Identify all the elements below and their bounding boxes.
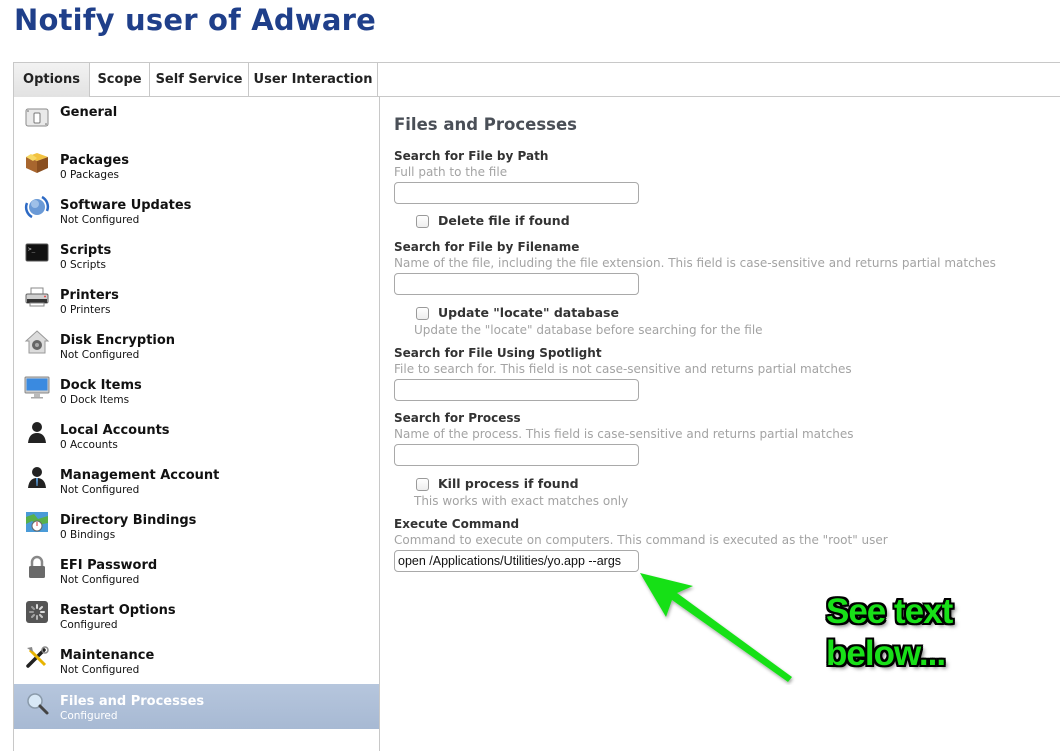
annotation-text: See text below... bbox=[826, 591, 953, 675]
sidebar-item-label: Management Account bbox=[60, 468, 220, 483]
admin-user-icon bbox=[28, 467, 46, 488]
sidebar-item-label: EFI Password bbox=[60, 558, 158, 573]
sidebar-item-maintenance[interactable]: Maintenance Not Configured bbox=[14, 640, 379, 685]
update-locate-label: Update "locate" database bbox=[438, 305, 619, 320]
sidebar-item-efi-password[interactable]: EFI Password Not Configured bbox=[14, 550, 379, 595]
sidebar-item-status: 0 Dock Items bbox=[60, 394, 130, 406]
sidebar-item-label: Packages bbox=[60, 153, 129, 168]
sidebar-item-label: Dock Items bbox=[60, 378, 142, 393]
sidebar-item-status: Not Configured bbox=[60, 214, 140, 226]
spotlight-input[interactable] bbox=[394, 379, 639, 401]
filevault-house-icon bbox=[24, 330, 50, 354]
sidebar-item-label: Files and Processes bbox=[60, 694, 205, 709]
page-title: Notify user of Adware bbox=[14, 3, 376, 37]
sidebar-item-printers[interactable]: Printers 0 Printers bbox=[14, 280, 379, 325]
sidebar-item-software-updates[interactable]: Software Updates Not Configured bbox=[14, 190, 379, 235]
sidebar-item-files-and-processes[interactable]: Files and Processes Configured bbox=[14, 684, 379, 729]
tab-bar: Options Scope Self Service User Interact… bbox=[13, 62, 1060, 97]
sidebar-item-directory-bindings[interactable]: Directory Bindings 0 Bindings bbox=[14, 505, 379, 550]
sidebar-item-disk-encryption[interactable]: Disk Encryption Not Configured bbox=[14, 325, 379, 370]
sidebar-item-packages[interactable]: Packages 0 Packages bbox=[14, 145, 379, 190]
update-locate-help: Update the "locate" database before sear… bbox=[414, 323, 763, 337]
filename-input[interactable] bbox=[394, 273, 639, 295]
sidebar-item-dock-items[interactable]: Dock Items 0 Dock Items bbox=[14, 370, 379, 415]
sidebar-item-label: General bbox=[60, 105, 118, 120]
svg-text:>_: >_ bbox=[28, 246, 36, 253]
filename-label: Search for File by Filename bbox=[394, 240, 580, 254]
sidebar-item-scripts[interactable]: >_ Scripts 0 Scripts bbox=[14, 235, 379, 280]
annotation-line-1: See text bbox=[826, 592, 953, 631]
annotation-arrow bbox=[640, 573, 792, 682]
sidebar-item-status: Not Configured bbox=[60, 664, 140, 676]
filename-help: Name of the file, including the file ext… bbox=[394, 256, 996, 270]
monitor-icon bbox=[24, 376, 50, 399]
sidebar-item-label: Software Updates bbox=[60, 198, 192, 213]
update-locate-checkbox[interactable] bbox=[416, 307, 429, 320]
kill-process-label: Kill process if found bbox=[438, 476, 579, 491]
printer-icon bbox=[25, 287, 49, 307]
spotlight-label: Search for File Using Spotlight bbox=[394, 346, 602, 360]
sidebar-item-label: Scripts bbox=[60, 243, 112, 258]
annotation-line-2: below... bbox=[826, 634, 946, 673]
sidebar-item-management-account[interactable]: Management Account Not Configured bbox=[14, 460, 379, 505]
command-label: Execute Command bbox=[394, 517, 520, 531]
sidebar-item-label: Directory Bindings bbox=[60, 513, 197, 528]
process-input[interactable] bbox=[394, 444, 639, 466]
process-help: Name of the process. This field is case-… bbox=[394, 427, 854, 441]
sidebar-item-label: Maintenance bbox=[60, 648, 155, 663]
path-help: Full path to the file bbox=[394, 165, 508, 179]
sidebar-item-label: Disk Encryption bbox=[60, 333, 176, 348]
tab-user-interaction[interactable]: User Interaction bbox=[249, 63, 378, 97]
command-help: Command to execute on computers. This co… bbox=[394, 533, 888, 547]
sidebar-item-label: Printers bbox=[60, 288, 119, 303]
path-label: Search for File by Path bbox=[394, 149, 549, 163]
kill-process-checkbox[interactable] bbox=[416, 478, 429, 491]
sidebar-item-label: Restart Options bbox=[60, 603, 176, 618]
sidebar-item-status: 0 Packages bbox=[60, 169, 120, 181]
tools-icon bbox=[26, 646, 49, 668]
sidebar-item-status: Configured bbox=[60, 619, 118, 631]
sidebar-item-label: Local Accounts bbox=[60, 423, 170, 438]
sidebar-item-status: 0 Accounts bbox=[60, 439, 118, 451]
software-update-globe-icon bbox=[24, 195, 50, 219]
terminal-icon: >_ bbox=[25, 243, 49, 262]
sidebar-item-restart-options[interactable]: Restart Options Configured bbox=[14, 595, 379, 640]
sidebar-item-status: 0 Scripts bbox=[60, 259, 106, 271]
directory-map-icon bbox=[26, 512, 48, 532]
execute-command-input[interactable] bbox=[394, 550, 639, 572]
magnifier-icon bbox=[27, 693, 49, 715]
section-title: Files and Processes bbox=[394, 115, 577, 134]
delete-file-checkbox[interactable] bbox=[416, 215, 429, 228]
package-box-icon bbox=[26, 153, 48, 173]
sidebar-item-status: 0 Printers bbox=[60, 304, 111, 316]
kill-process-help: This works with exact matches only bbox=[414, 494, 629, 508]
spotlight-help: File to search for. This field is not ca… bbox=[394, 362, 852, 376]
sidebar-item-local-accounts[interactable]: Local Accounts 0 Accounts bbox=[14, 415, 379, 460]
sidebar-item-general[interactable]: General bbox=[14, 100, 379, 145]
sidebar-item-status: Configured bbox=[60, 710, 118, 722]
sidebar-item-status: 0 Bindings bbox=[60, 529, 116, 541]
padlock-icon bbox=[29, 555, 45, 578]
sidebar-item-status: Not Configured bbox=[60, 349, 140, 361]
general-switch-icon bbox=[25, 108, 49, 127]
tab-self-service[interactable]: Self Service bbox=[150, 63, 249, 97]
delete-file-label: Delete file if found bbox=[438, 213, 570, 228]
sidebar-item-status: Not Configured bbox=[60, 574, 140, 586]
file-path-input[interactable] bbox=[394, 182, 639, 204]
tab-scope[interactable]: Scope bbox=[90, 63, 150, 97]
sidebar: General Packages 0 Packages Software Upd… bbox=[13, 97, 380, 751]
tab-options[interactable]: Options bbox=[14, 63, 90, 97]
process-label: Search for Process bbox=[394, 411, 521, 425]
user-silhouette-icon bbox=[28, 422, 46, 443]
restart-spinner-icon bbox=[26, 601, 48, 623]
sidebar-item-status: Not Configured bbox=[60, 484, 140, 496]
